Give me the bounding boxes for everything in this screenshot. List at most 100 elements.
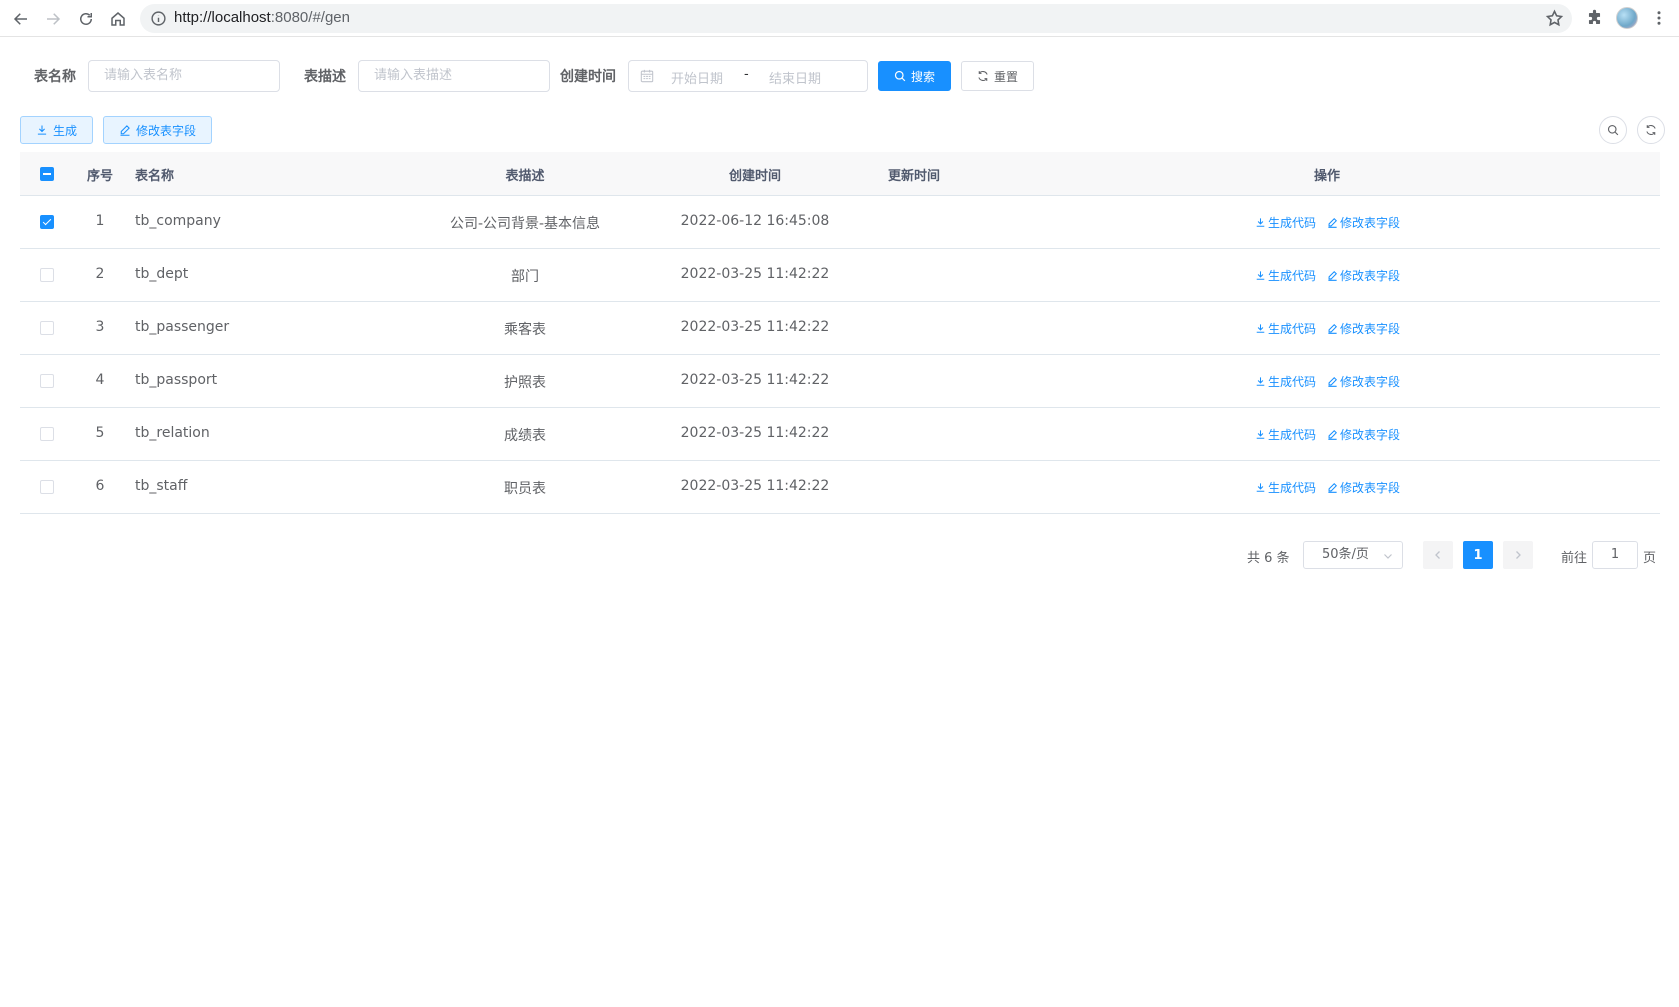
download-icon xyxy=(1256,218,1265,227)
row-checkbox[interactable] xyxy=(40,321,54,335)
row-checkbox[interactable] xyxy=(40,374,54,388)
generate-code-link[interactable]: 生成代码 xyxy=(1255,267,1316,284)
table-row[interactable]: 3 tb_passenger 乘客表 2022-03-25 11:42:22 生成代码 修… xyxy=(20,302,1660,355)
end-date-input[interactable]: 结束日期 xyxy=(769,68,821,87)
chevron-down-icon xyxy=(1384,554,1392,559)
page-number-button[interactable]: 1 xyxy=(1463,541,1493,569)
cell-create-time: 2022-06-12 16:45:08 xyxy=(680,213,830,229)
edit-fields-link[interactable]: 修改表字段 xyxy=(1327,267,1400,284)
edit-fields-label: 修改表字段 xyxy=(1340,375,1401,389)
bookmark-star-icon[interactable] xyxy=(1545,9,1564,28)
cell-index: 2 xyxy=(95,266,105,282)
row-checkbox[interactable] xyxy=(40,215,54,229)
home-icon[interactable] xyxy=(106,7,130,31)
table-row[interactable]: 6 tb_staff 职员表 2022-03-25 11:42:22 生成代码 修改表字段 xyxy=(20,461,1660,514)
table-row[interactable]: 5 tb_relation 成绩表 2022-03-25 11:42:22 生成代码 修改… xyxy=(20,408,1660,461)
edit-fields-label: 修改表字段 xyxy=(1340,216,1401,230)
generate-button-label: 生成 xyxy=(52,123,77,138)
reset-button[interactable]: 重置 xyxy=(961,61,1034,91)
refresh-icon xyxy=(1646,125,1656,135)
prev-page-button[interactable] xyxy=(1423,541,1453,569)
generate-code-label: 生成代码 xyxy=(1268,322,1317,336)
edit-fields-link[interactable]: 修改表字段 xyxy=(1327,373,1400,390)
cell-table-desc: 公司-公司背景-基本信息 xyxy=(449,216,601,232)
generate-code-link[interactable]: 生成代码 xyxy=(1255,373,1316,390)
edit-fields-button-label: 修改表字段 xyxy=(135,123,196,138)
toggle-search-button[interactable] xyxy=(1599,116,1627,144)
edit-icon xyxy=(1328,270,1338,281)
url-text: http://localhost:8080/#/gen xyxy=(174,9,350,26)
generate-code-link[interactable]: 生成代码 xyxy=(1255,320,1316,337)
download-icon xyxy=(1256,324,1265,333)
generate-code-link[interactable]: 生成代码 xyxy=(1255,426,1316,443)
edit-fields-button[interactable]: 修改表字段 xyxy=(103,116,212,144)
create-time-label: 创建时间 xyxy=(560,69,616,85)
generate-code-link[interactable]: 生成代码 xyxy=(1255,479,1316,496)
cell-index: 5 xyxy=(95,425,105,441)
refresh-table-button[interactable] xyxy=(1637,116,1665,144)
next-page-button[interactable] xyxy=(1503,541,1533,569)
cell-table-name: tb_passport xyxy=(135,372,218,388)
download-icon xyxy=(1256,377,1265,386)
browser-toolbar: http://localhost:8080/#/gen xyxy=(0,0,1679,37)
search-button[interactable]: 搜索 xyxy=(878,61,951,91)
cell-table-name: tb_relation xyxy=(135,425,210,441)
row-checkbox[interactable] xyxy=(40,427,54,441)
address-bar[interactable]: http://localhost:8080/#/gen xyxy=(140,4,1572,33)
table-desc-input[interactable]: 请输入表描述 xyxy=(358,60,550,92)
edit-fields-label: 修改表字段 xyxy=(1340,269,1401,283)
search-icon xyxy=(894,70,906,82)
cell-table-desc: 成绩表 xyxy=(504,428,546,444)
goto-page-input[interactable]: 1 xyxy=(1592,541,1638,569)
url-host: http://localhost xyxy=(174,9,271,26)
download-icon xyxy=(1256,271,1265,280)
generate-code-label: 生成代码 xyxy=(1268,269,1317,283)
generate-code-label: 生成代码 xyxy=(1268,481,1317,495)
row-checkbox[interactable] xyxy=(40,268,54,282)
edit-fields-label: 修改表字段 xyxy=(1340,322,1401,336)
select-all-checkbox[interactable] xyxy=(40,167,54,181)
cell-create-time: 2022-03-25 11:42:22 xyxy=(680,266,830,282)
generate-code-link[interactable]: 生成代码 xyxy=(1255,214,1316,231)
gen-table: 序号 表名称 表描述 创建时间 更新时间 操作 1 tb_company 公司-公司… xyxy=(20,152,1660,514)
goto-suffix: 页 xyxy=(1643,551,1657,566)
header-table-name: 表名称 xyxy=(135,169,175,184)
back-icon[interactable] xyxy=(9,7,33,31)
cell-index: 1 xyxy=(95,213,105,229)
table-name-label: 表名称 xyxy=(34,69,76,85)
generate-code-label: 生成代码 xyxy=(1268,428,1317,442)
download-icon xyxy=(1256,430,1265,439)
generate-button[interactable]: 生成 xyxy=(20,116,93,144)
page-size-select[interactable]: 50条/页 xyxy=(1303,541,1403,569)
goto-prefix: 前往 xyxy=(1561,551,1588,566)
reload-icon[interactable] xyxy=(74,7,98,31)
header-actions: 操作 xyxy=(1313,169,1341,184)
table-row[interactable]: 1 tb_company 公司-公司背景-基本信息 2022-06-12 16:45:… xyxy=(20,196,1660,249)
edit-icon xyxy=(1328,429,1338,440)
forward-icon[interactable] xyxy=(41,7,65,31)
info-icon[interactable] xyxy=(150,10,167,27)
edit-fields-label: 修改表字段 xyxy=(1340,481,1401,495)
generate-code-label: 生成代码 xyxy=(1268,216,1317,230)
row-checkbox[interactable] xyxy=(40,480,54,494)
more-menu-icon[interactable] xyxy=(1650,8,1668,28)
edit-fields-link[interactable]: 修改表字段 xyxy=(1327,479,1400,496)
edit-fields-link[interactable]: 修改表字段 xyxy=(1327,214,1400,231)
table-header: 序号 表名称 表描述 创建时间 更新时间 操作 xyxy=(20,152,1660,196)
table-row[interactable]: 4 tb_passport 护照表 2022-03-25 11:42:22 生成代码 修改… xyxy=(20,355,1660,408)
cell-table-name: tb_company xyxy=(135,213,221,229)
start-date-input[interactable]: 开始日期 xyxy=(671,68,723,87)
extensions-icon[interactable] xyxy=(1585,9,1604,28)
header-index: 序号 xyxy=(86,169,114,184)
download-icon xyxy=(1256,483,1265,492)
create-time-range-picker[interactable]: 开始日期 - 结束日期 xyxy=(628,60,868,92)
table-body: 1 tb_company 公司-公司背景-基本信息 2022-06-12 16:45:… xyxy=(20,196,1660,514)
table-name-input[interactable]: 请输入表名称 xyxy=(88,60,280,92)
cell-table-name: tb_passenger xyxy=(135,319,230,335)
edit-fields-label: 修改表字段 xyxy=(1340,428,1401,442)
profile-avatar[interactable] xyxy=(1616,7,1638,29)
cell-table-desc: 部门 xyxy=(511,269,539,285)
edit-fields-link[interactable]: 修改表字段 xyxy=(1327,426,1400,443)
table-row[interactable]: 2 tb_dept 部门 2022-03-25 11:42:22 生成代码 修改表字段 xyxy=(20,249,1660,302)
edit-fields-link[interactable]: 修改表字段 xyxy=(1327,320,1400,337)
